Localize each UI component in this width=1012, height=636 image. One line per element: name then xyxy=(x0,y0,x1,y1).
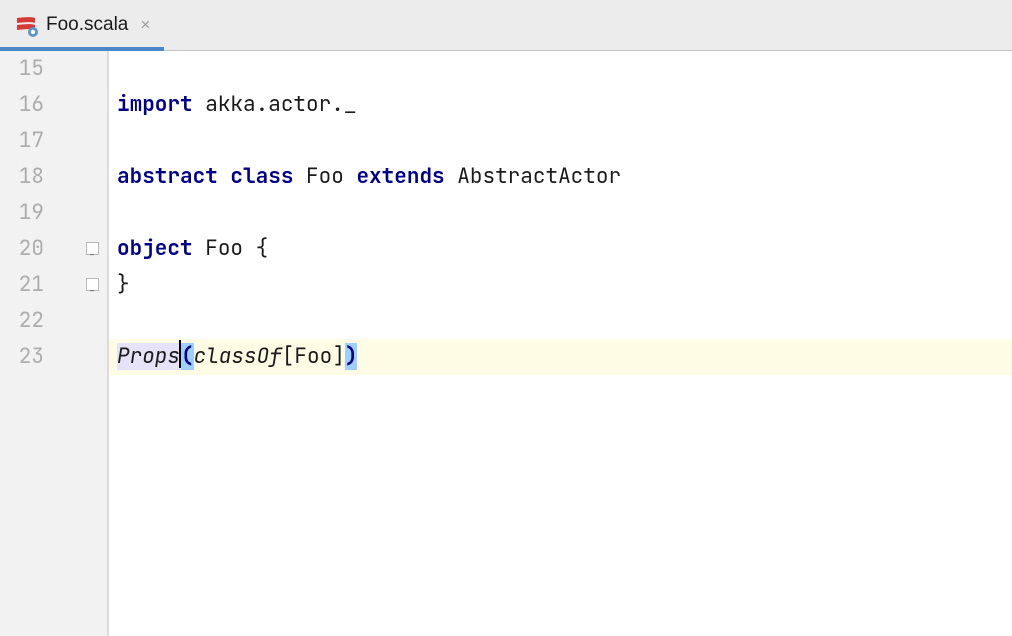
code-token xyxy=(293,163,306,190)
code-token: classOf xyxy=(194,343,282,370)
code-token xyxy=(445,163,458,190)
line-numbers: 151617181920212223 xyxy=(0,51,48,636)
code-token: ( xyxy=(181,343,194,370)
fold-markers xyxy=(48,51,98,636)
fold-open-icon[interactable] xyxy=(86,242,99,255)
code-token: object xyxy=(117,235,193,262)
code-area[interactable]: import akka.actor._ abstract class Foo ex… xyxy=(109,51,1012,636)
line-number: 15 xyxy=(0,51,44,87)
code-token: akka.actor._ xyxy=(205,91,356,118)
code-line[interactable] xyxy=(109,51,1012,87)
code-token: abstract xyxy=(117,163,218,190)
fold-close-icon[interactable] xyxy=(86,278,99,291)
gutter-edge xyxy=(98,51,109,636)
code-token xyxy=(218,163,231,190)
code-token: Props xyxy=(117,343,180,370)
code-token: Foo xyxy=(306,163,344,190)
code-token: AbstractActor xyxy=(457,163,621,190)
code-line[interactable]: object Foo { xyxy=(109,231,1012,267)
gutter: 151617181920212223 xyxy=(0,51,98,636)
code-token xyxy=(193,235,206,262)
code-line[interactable] xyxy=(109,303,1012,339)
code-line[interactable]: } xyxy=(109,267,1012,303)
code-token: extends xyxy=(356,163,444,190)
code-line[interactable] xyxy=(109,123,1012,159)
code-line[interactable]: import akka.actor._ xyxy=(109,87,1012,123)
line-number: 17 xyxy=(0,123,44,159)
code-token: Foo xyxy=(205,235,243,262)
line-number: 23 xyxy=(0,339,44,375)
code-token xyxy=(344,163,357,190)
scala-file-icon xyxy=(14,13,38,37)
code-editor[interactable]: 151617181920212223 import akka.actor._ab… xyxy=(0,51,1012,636)
code-token: class xyxy=(230,163,293,190)
close-icon[interactable]: × xyxy=(140,15,150,35)
code-line[interactable] xyxy=(109,195,1012,231)
line-number: 16 xyxy=(0,87,44,123)
line-number: 18 xyxy=(0,159,44,195)
code-token xyxy=(193,91,206,118)
code-token: ) xyxy=(345,343,358,370)
file-tab-label: Foo.scala xyxy=(46,14,128,36)
line-number: 19 xyxy=(0,195,44,231)
line-number: 22 xyxy=(0,303,44,339)
code-line[interactable]: Props(classOf[Foo]) xyxy=(109,339,1012,375)
code-token: import xyxy=(117,91,193,118)
file-tab[interactable]: Foo.scala × xyxy=(0,0,164,50)
line-number: 21 xyxy=(0,267,44,303)
code-token: { xyxy=(243,235,268,262)
line-number: 20 xyxy=(0,231,44,267)
code-token: [Foo] xyxy=(282,343,345,370)
editor-tabbar: Foo.scala × xyxy=(0,0,1012,51)
code-line[interactable]: abstract class Foo extends AbstractActor xyxy=(109,159,1012,195)
